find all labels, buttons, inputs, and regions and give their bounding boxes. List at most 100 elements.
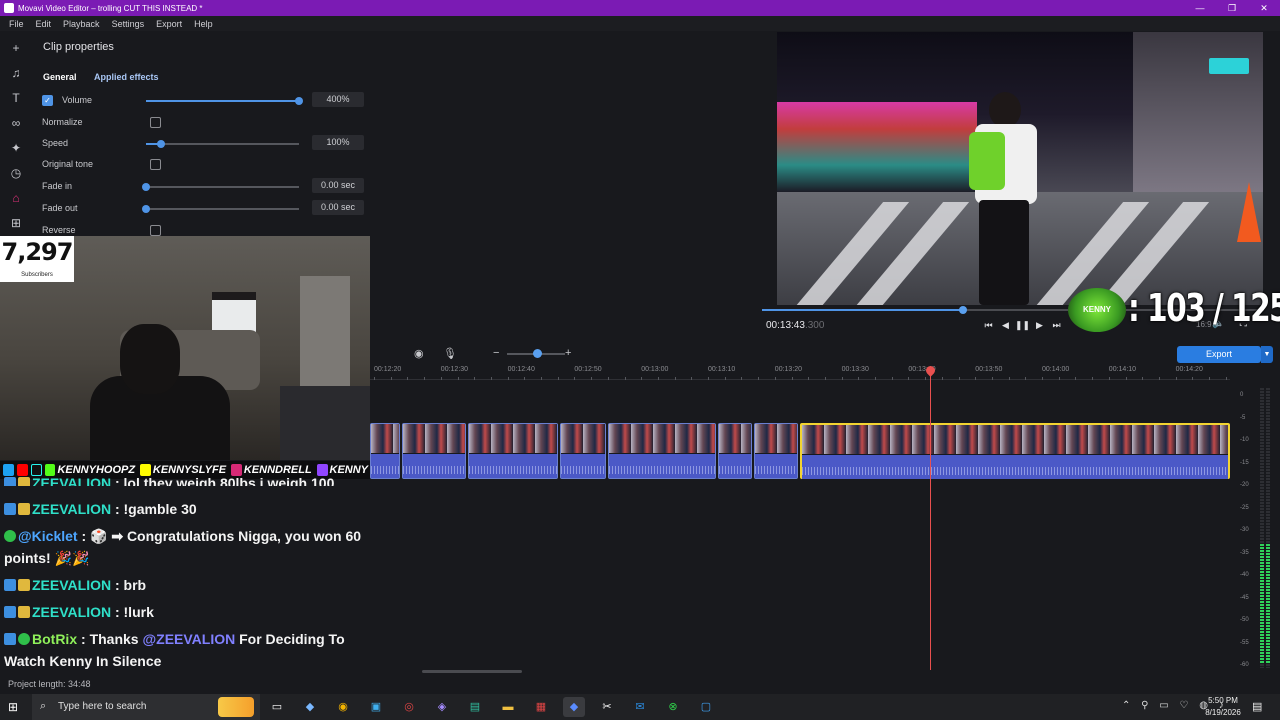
volume-checkbox[interactable]: ✓ bbox=[42, 95, 53, 106]
seekbar-knob[interactable] bbox=[958, 306, 967, 314]
timeline-ruler[interactable]: 00:12:20 00:12:30 00:12:40 00:12:50 00:13:00… bbox=[370, 366, 1230, 380]
audio-waveform bbox=[561, 466, 605, 474]
kenny-logo-text: KENNY bbox=[1082, 305, 1111, 314]
search-icon: ⌕ bbox=[40, 700, 47, 712]
store-icon[interactable]: ▣ bbox=[365, 697, 387, 717]
titles-icon[interactable]: T bbox=[0, 86, 32, 111]
app-icon[interactable]: ▤ bbox=[464, 697, 486, 717]
next-frame-icon[interactable]: ▶ bbox=[1031, 318, 1048, 332]
menu-export[interactable]: Export bbox=[156, 19, 182, 29]
copilot-icon[interactable]: ◆ bbox=[299, 697, 321, 717]
timeline-clip[interactable] bbox=[754, 423, 798, 479]
obs-icon[interactable]: ◎ bbox=[398, 697, 420, 717]
notification-icon[interactable]: ▤ bbox=[1252, 700, 1262, 713]
fade-out-slider[interactable] bbox=[142, 205, 299, 213]
movavi-editor-icon[interactable]: ◆ bbox=[563, 697, 585, 717]
audio-waveform bbox=[371, 466, 399, 474]
import-icon[interactable]: + bbox=[0, 36, 32, 61]
menu-settings[interactable]: Settings bbox=[112, 19, 145, 29]
timeline-scrollbar[interactable] bbox=[422, 670, 522, 673]
video-preview[interactable] bbox=[777, 32, 1263, 305]
fade-in-value[interactable]: 0.00 sec bbox=[312, 178, 364, 193]
timeline-clip[interactable] bbox=[560, 423, 606, 479]
minimize-icon[interactable]: — bbox=[1184, 0, 1216, 16]
stickers-icon[interactable]: ◷ bbox=[0, 161, 32, 186]
ruler-tick bbox=[1209, 377, 1210, 380]
volume-slider-fill bbox=[146, 100, 299, 102]
restore-icon[interactable]: ❐ bbox=[1216, 0, 1248, 16]
apps-icon[interactable]: ⊞ bbox=[0, 211, 32, 236]
normalize-checkbox[interactable] bbox=[150, 117, 161, 128]
speed-slider[interactable] bbox=[146, 140, 299, 148]
fade-in-slider-knob[interactable] bbox=[142, 183, 150, 191]
movavi-recorder-icon[interactable]: ▦ bbox=[530, 697, 552, 717]
filters-icon[interactable]: ✦ bbox=[0, 136, 32, 161]
menu-playback[interactable]: Playback bbox=[63, 19, 100, 29]
meter-label: -30 bbox=[1240, 527, 1249, 533]
timeline-clip[interactable] bbox=[370, 423, 400, 479]
taskbar-clock[interactable]: 5:50 PM 8/19/2026 bbox=[1200, 695, 1246, 719]
menu-help[interactable]: Help bbox=[194, 19, 213, 29]
chat-username: ZEEVALION bbox=[32, 604, 112, 620]
selected-clip[interactable] bbox=[800, 423, 1230, 479]
ruler-tick bbox=[1025, 377, 1027, 380]
close-icon[interactable]: ✕ bbox=[1248, 0, 1280, 16]
zoom-out-icon[interactable]: − bbox=[493, 347, 499, 359]
meter-label: -60 bbox=[1240, 662, 1249, 668]
volume-value[interactable]: 400% bbox=[312, 92, 364, 107]
volume-slider-knob[interactable] bbox=[295, 97, 303, 105]
reverse-checkbox[interactable] bbox=[150, 225, 161, 236]
fade-out-value[interactable]: 0.00 sec bbox=[312, 200, 364, 215]
music-icon[interactable]: ♫ bbox=[0, 61, 32, 86]
webcam-record-icon[interactable]: ◉ bbox=[414, 347, 424, 360]
meter-label: -35 bbox=[1240, 549, 1249, 556]
zoom-in-icon[interactable]: + bbox=[565, 347, 571, 359]
app-icon[interactable]: ▢ bbox=[695, 697, 717, 717]
xbox-icon[interactable]: ⊗ bbox=[662, 697, 684, 717]
skip-forward-icon[interactable]: ⏭ bbox=[1048, 318, 1065, 332]
outlook-icon[interactable]: ✉ bbox=[629, 697, 651, 717]
zoom-slider-knob[interactable] bbox=[533, 349, 542, 358]
timeline-clip[interactable] bbox=[468, 423, 558, 479]
windows-start-icon[interactable]: ⊞ bbox=[8, 700, 22, 714]
transitions-icon[interactable]: ∞ bbox=[0, 111, 32, 136]
speed-value[interactable]: 100% bbox=[312, 135, 364, 150]
chevron-down-icon[interactable]: ▼ bbox=[1261, 346, 1273, 363]
menu-file[interactable]: File bbox=[9, 19, 24, 29]
timeline-clip[interactable] bbox=[718, 423, 752, 479]
capcut-icon[interactable]: ✂ bbox=[596, 697, 618, 717]
ruler-tick bbox=[1058, 377, 1060, 380]
taskbar-search[interactable]: ⌕ Type here to search bbox=[32, 694, 260, 720]
ruler-tick bbox=[891, 377, 893, 380]
menu-edit[interactable]: Edit bbox=[36, 19, 52, 29]
file-explorer-icon[interactable]: ▬ bbox=[497, 697, 519, 717]
fade-out-slider-knob[interactable] bbox=[142, 205, 150, 213]
fade-in-slider[interactable] bbox=[142, 183, 299, 191]
more-tools-icon[interactable]: ⌂ bbox=[0, 186, 32, 211]
chat-text: : brb bbox=[111, 577, 147, 593]
ruler-tick bbox=[574, 377, 576, 380]
task-view-icon[interactable]: ▭ bbox=[266, 697, 288, 717]
volume-slider[interactable] bbox=[146, 97, 303, 105]
export-button[interactable]: Export bbox=[1177, 346, 1261, 363]
chrome-icon[interactable]: ◉ bbox=[332, 697, 354, 717]
clip-thumbnails bbox=[469, 424, 557, 453]
ruler-tick bbox=[708, 377, 709, 380]
playhead[interactable] bbox=[930, 370, 931, 670]
tab-applied-effects[interactable]: Applied effects bbox=[94, 72, 159, 82]
score-overlay: : 103 / 125 bbox=[1128, 286, 1280, 330]
prev-frame-icon[interactable]: ◀ bbox=[997, 318, 1014, 332]
badge-icon bbox=[4, 633, 16, 645]
skip-back-icon[interactable]: ⏮ bbox=[980, 318, 997, 332]
tab-general[interactable]: General bbox=[43, 72, 77, 82]
timeline-clip[interactable] bbox=[608, 423, 716, 479]
timeline-clip[interactable] bbox=[402, 423, 466, 479]
speed-slider-knob[interactable] bbox=[157, 140, 166, 148]
verified-icon bbox=[18, 633, 30, 645]
ruler-tick bbox=[541, 377, 542, 380]
original-tone-checkbox[interactable] bbox=[150, 159, 161, 170]
normalize-row: Normalize bbox=[42, 116, 382, 130]
pause-icon[interactable]: ❚❚ bbox=[1014, 318, 1031, 332]
discord-icon[interactable]: ◈ bbox=[431, 697, 453, 717]
microphone-icon[interactable]: 🎙 bbox=[443, 347, 457, 360]
